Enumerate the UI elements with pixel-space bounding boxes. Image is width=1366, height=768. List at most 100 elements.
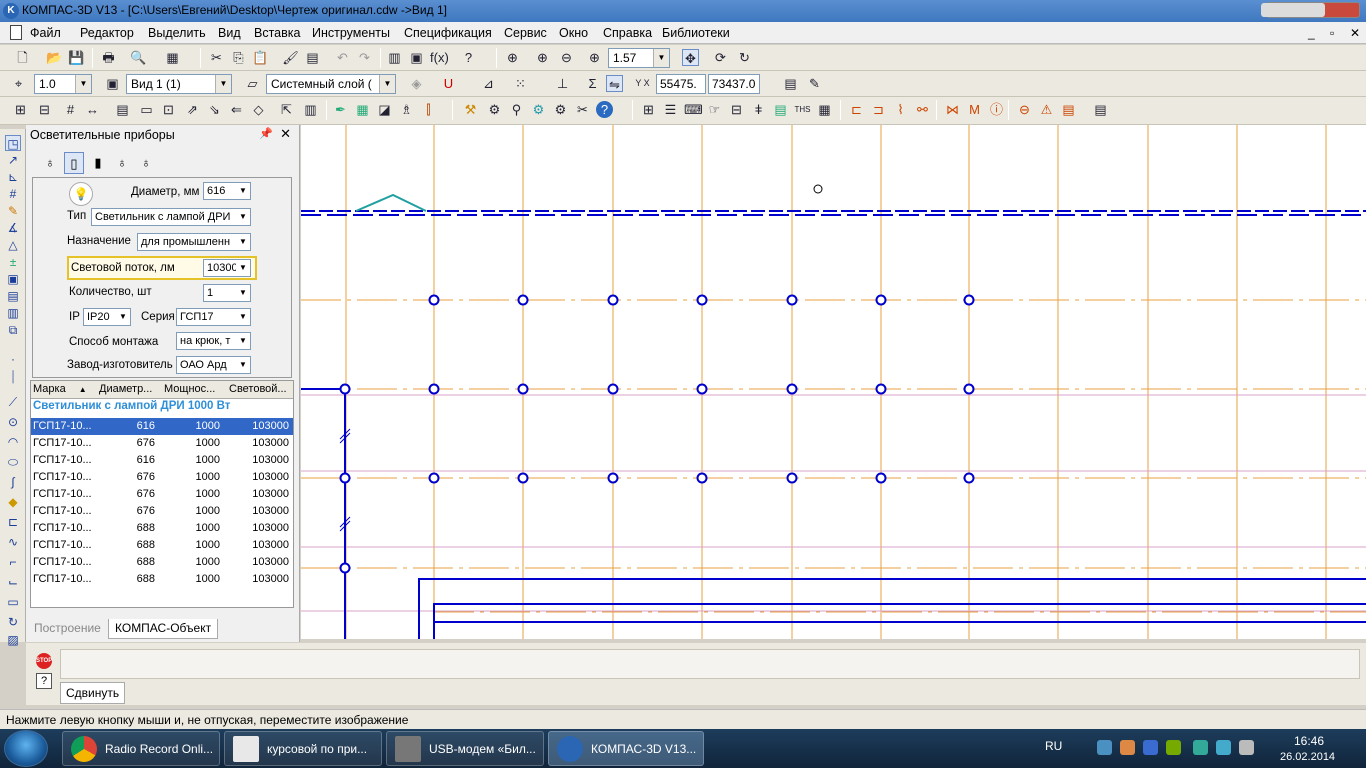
properties-icon[interactable]: ▤ [304,49,321,66]
lamp-symbol[interactable] [607,294,619,306]
diameter-select[interactable]: 616 ▼ [203,182,251,200]
table-row[interactable]: ГСП17-10... 676 1000 103000 [31,503,293,520]
symbol-tool-icon[interactable]: ⊡ [160,101,177,118]
tab-construction[interactable]: Построение [28,619,107,639]
leader-tool-icon[interactable]: ⇗ [184,101,201,118]
menu-select[interactable]: Выделить [148,26,206,40]
parametric-icon[interactable]: ⇋ [606,75,623,92]
menu-help[interactable]: Справка [603,26,652,40]
sheet-tool-icon[interactable]: ▤ [5,288,21,304]
ip-select[interactable]: IP20 ▼ [83,308,131,326]
open-folder-icon[interactable]: 📂 [46,49,63,66]
style-icon[interactable]: ◈ [408,75,425,92]
diamond-tool-icon[interactable]: ◇ [250,101,267,118]
clipboard-icon[interactable]: ▤ [782,75,799,92]
chamfer-tool-icon[interactable]: ⌙ [5,574,21,590]
segment-tool-icon[interactable]: ⟋ [5,394,21,410]
kompas-app-icon[interactable]: K [3,3,19,19]
menu-libraries[interactable]: Библиотеки [662,26,730,40]
table-row[interactable]: ГСП17-10... 688 1000 103000 [31,520,293,537]
series-select[interactable]: ГСП17 ▼ [176,308,251,326]
tab-move[interactable]: Сдвинуть [60,682,126,704]
dim-tool-icon[interactable]: ⊾ [5,169,21,185]
network-icon[interactable] [1097,740,1112,755]
lamp-symbol[interactable] [339,383,351,395]
triangle-circle-icon[interactable]: ⊖ [1016,101,1033,118]
chevron-down-icon[interactable]: ▼ [653,49,669,67]
lamp-type-5-icon[interactable]: ♁ [136,152,156,174]
print-icon[interactable]: 🖶 [100,49,117,66]
task-modem[interactable]: USB-модем «Бил... [386,731,544,766]
grid-tool-icon[interactable]: # [62,101,79,118]
select-tool-icon[interactable]: ◳ [5,135,21,151]
print-preview-icon[interactable]: 🔍 [130,49,147,66]
marker-icon[interactable]: ǂ [750,101,767,118]
zoom-in-icon[interactable]: ⊕ [534,49,551,66]
close-icon[interactable]: ✕ [280,126,291,142]
snap-magnet-icon[interactable]: U [440,75,457,92]
lamp-symbol[interactable] [875,472,887,484]
paste-icon[interactable]: 📋 [252,49,269,66]
table-row[interactable]: ГСП17-10... 616 1000 103000 [31,452,293,469]
fill-tool-icon[interactable]: ◆ [5,494,21,510]
settings-tool-icon[interactable]: ⚙ [552,101,569,118]
table-row[interactable]: ГСП17-10... 688 1000 103000 [31,554,293,571]
copy-icon[interactable]: ⎘ [230,49,247,66]
triangle-tool-icon[interactable]: △ [5,237,21,253]
folder-tool-icon[interactable]: ⚒ [462,101,479,118]
stop-icon[interactable]: STOP [36,653,52,669]
corner-tool-icon[interactable]: ⌐ [5,554,21,570]
view-icon[interactable]: ▣ [104,75,121,92]
breaker-icon[interactable]: ⋈ [944,101,961,118]
mdi-close-icon[interactable]: ✕ [1350,26,1360,40]
vk-icon[interactable] [1143,740,1158,755]
menu-edit[interactable]: Редактор [80,26,134,40]
pin-icon[interactable]: 📌 [259,127,273,140]
chevron-down-icon[interactable]: ▼ [379,75,395,93]
cable-tool-icon[interactable]: ⌇ [892,101,909,118]
chevron-down-icon[interactable]: ▼ [236,357,250,373]
table-row[interactable]: ГСП17-10... 676 1000 103000 [31,486,293,503]
lamp-symbol[interactable] [786,383,798,395]
grid-icon[interactable]: ⁙ [512,75,529,92]
nvidia-icon[interactable] [1166,740,1181,755]
bom-icon[interactable]: ▦ [816,101,833,118]
round-icon[interactable]: Ʃ [584,75,601,92]
polyline-tool-icon[interactable]: ⊏ [5,514,21,530]
format-brush-icon[interactable]: 🖌 [282,49,299,66]
task-kompas[interactable]: КОМПАС-3D V13... [548,731,704,766]
rotate-tool-icon[interactable]: ↻ [5,614,21,630]
flux-select[interactable]: 10300 ▼ [203,259,251,277]
chevron-down-icon[interactable]: ▼ [236,234,250,250]
chevron-down-icon[interactable]: ▼ [116,309,130,325]
col-header-power[interactable]: Мощнос... [164,383,224,395]
hatch-pattern-icon[interactable]: ▨ [5,632,21,648]
arc-tool-icon[interactable]: ◠ [5,434,21,450]
menu-insert[interactable]: Вставка [254,26,300,40]
meter-icon[interactable]: M [966,101,983,118]
line-vertical-tool-icon[interactable]: ⏐ [5,369,21,385]
zoom-window-icon[interactable]: ⊕ [504,49,521,66]
lamp-symbol[interactable] [428,294,440,306]
cursor-step-icon[interactable]: ⌖ [10,75,27,92]
check-list-icon[interactable]: ▤ [772,101,789,118]
lamp-symbol[interactable] [696,383,708,395]
brush-icon[interactable]: ✎ [806,75,823,92]
spline-tool-icon[interactable]: ∫ [5,474,21,490]
socket-tool-icon[interactable]: ⊐ [870,101,887,118]
plus-minus-tool-icon[interactable]: ± [5,254,21,270]
table-row[interactable]: ГСП17-10... 616 1000 103000 [31,418,293,435]
measure-tool-icon[interactable]: ⇱ [278,101,295,118]
update-icon[interactable] [1193,740,1208,755]
window-controls[interactable] [1261,2,1360,18]
chevron-down-icon[interactable]: ▼ [236,183,250,199]
menu-view[interactable]: Вид [218,26,241,40]
chevron-down-icon[interactable]: ▼ [75,75,91,93]
back-arrow-icon[interactable]: ⇐ [228,101,245,118]
angle-tool-icon[interactable]: ∡ [5,220,21,236]
wave-tool-icon[interactable]: ∿ [5,534,21,550]
edit-tool-icon[interactable]: ▥ [302,101,319,118]
hatch-tool-icon[interactable]: ⊟ [36,101,53,118]
cut-icon[interactable]: ✂ [208,49,225,66]
scissors-tool-icon[interactable]: ✂ [574,101,591,118]
